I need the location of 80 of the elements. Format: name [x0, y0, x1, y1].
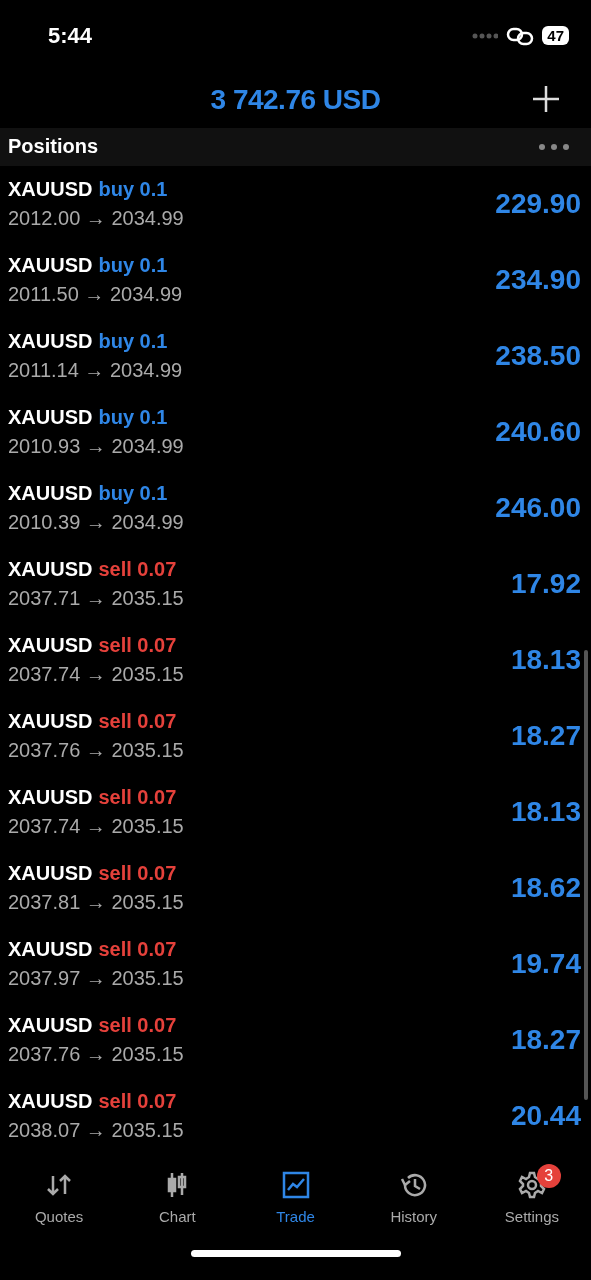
tab-bar-item[interactable]: History — [354, 1159, 473, 1251]
position-symbol: XAUUSD — [8, 481, 93, 505]
position-prices: 2011.14 → 2034.99 — [8, 358, 183, 382]
settings-icon — [516, 1169, 547, 1200]
position-symbol: XAUUSD — [8, 329, 93, 353]
position-prices: 2010.93 → 2034.99 — [8, 434, 184, 458]
position-prices: 2037.74 → 2035.15 — [8, 662, 184, 686]
position-row[interactable]: XAUUSD buy 0.1 2010.93 → 2034.99 240.60 — [0, 393, 591, 470]
notification-badge: 3 — [536, 1163, 561, 1188]
position-profit: 18.13 — [510, 643, 581, 676]
position-symbol: XAUUSD — [8, 405, 93, 429]
position-symbol: XAUUSD — [8, 785, 93, 809]
position-prices: 2012.00 → 2034.99 — [8, 206, 184, 230]
position-profit: 18.62 — [510, 871, 581, 904]
position-profit: 229.90 — [495, 187, 581, 220]
position-volume: sell 0.07 — [98, 861, 177, 885]
position-symbol: XAUUSD — [8, 177, 93, 201]
position-prices: 2037.97 → 2035.15 — [8, 966, 184, 990]
position-profit: 19.74 — [510, 947, 581, 980]
position-prices: 2037.76 → 2035.15 — [8, 738, 184, 762]
tab-bar-item[interactable]: Chart — [118, 1159, 237, 1251]
position-profit: 18.13 — [510, 795, 581, 828]
position-row[interactable]: XAUUSD sell 0.07 2037.97 → 2035.15 19.74 — [0, 925, 591, 1002]
position-profit: 18.27 — [510, 719, 581, 752]
position-symbol: XAUUSD — [8, 253, 93, 277]
position-symbol: XAUUSD — [8, 633, 93, 657]
position-symbol: XAUUSD — [8, 861, 93, 885]
position-volume: sell 0.07 — [98, 1013, 177, 1037]
position-profit: 20.44 — [510, 1099, 581, 1132]
position-volume: buy 0.1 — [98, 481, 168, 505]
position-symbol: XAUUSD — [8, 709, 93, 733]
position-symbol: XAUUSD — [8, 1013, 93, 1037]
status-time: 5:44 — [48, 22, 93, 49]
position-symbol: XAUUSD — [8, 1089, 93, 1113]
position-profit: 234.90 — [495, 263, 581, 296]
tab-bar-item[interactable]: Quotes — [0, 1159, 119, 1251]
position-prices: 2010.39 → 2034.99 — [8, 510, 184, 534]
position-profit: 18.27 — [510, 1023, 581, 1056]
position-prices: 2038.07 → 2035.15 — [8, 1118, 184, 1142]
position-volume: buy 0.1 — [98, 405, 168, 429]
battery-level: 47 — [542, 26, 569, 45]
tab-bar-item[interactable]: Settings 3 — [472, 1159, 591, 1251]
position-row[interactable]: XAUUSD buy 0.1 2011.14 → 2034.99 238.50 — [0, 317, 591, 394]
position-prices: 2037.74 → 2035.15 — [8, 814, 184, 838]
position-volume: sell 0.07 — [98, 1089, 177, 1113]
position-volume: sell 0.07 — [98, 709, 177, 733]
position-volume: buy 0.1 — [98, 253, 168, 277]
line-chart-icon — [280, 1169, 311, 1200]
tab-bar-item[interactable]: Trade — [236, 1159, 355, 1251]
position-volume: sell 0.07 — [98, 785, 177, 809]
position-row[interactable]: XAUUSD sell 0.07 2037.74 → 2035.15 18.13 — [0, 621, 591, 698]
position-prices: 2037.76 → 2035.15 — [8, 1042, 184, 1066]
position-prices: 2037.71 → 2035.15 — [8, 586, 184, 610]
link-icon — [506, 25, 535, 46]
section-title: Positions — [8, 135, 98, 159]
position-profit: 246.00 — [495, 491, 581, 524]
position-volume: sell 0.07 — [98, 633, 177, 657]
position-row[interactable]: XAUUSD buy 0.1 2010.39 → 2034.99 246.00 — [0, 469, 591, 546]
position-volume: buy 0.1 — [98, 177, 168, 201]
position-prices: 2011.50 → 2034.99 — [8, 282, 183, 306]
position-row[interactable]: XAUUSD sell 0.07 2037.81 → 2035.15 18.62 — [0, 849, 591, 926]
position-prices: 2037.81 → 2035.15 — [8, 890, 184, 914]
position-row[interactable]: XAUUSD sell 0.07 2037.76 → 2035.15 18.27 — [0, 1001, 591, 1078]
position-row[interactable]: XAUUSD sell 0.07 2037.74 → 2035.15 18.13 — [0, 773, 591, 850]
position-profit: 17.92 — [510, 567, 581, 600]
position-symbol: XAUUSD — [8, 937, 93, 961]
position-row[interactable]: XAUUSD sell 0.07 2037.76 → 2035.15 18.27 — [0, 697, 591, 774]
position-volume: sell 0.07 — [98, 557, 177, 581]
position-row[interactable]: XAUUSD sell 0.07 2038.07 → 2035.15 20.44 — [0, 1077, 591, 1154]
position-volume: buy 0.1 — [98, 329, 168, 353]
position-row[interactable]: XAUUSD buy 0.1 2012.00 → 2034.99 229.90 — [0, 165, 591, 242]
position-profit: 240.60 — [495, 415, 581, 448]
position-volume: sell 0.07 — [98, 937, 177, 961]
signal-icon — [472, 32, 499, 39]
account-balance: 3 742.76 USD — [210, 83, 381, 116]
add-button[interactable] — [531, 84, 561, 114]
position-row[interactable]: XAUUSD buy 0.1 2011.50 → 2034.99 234.90 — [0, 241, 591, 318]
position-symbol: XAUUSD — [8, 557, 93, 581]
position-profit: 238.50 — [495, 339, 581, 372]
position-row[interactable]: XAUUSD sell 0.07 2037.71 → 2035.15 17.92 — [0, 545, 591, 622]
